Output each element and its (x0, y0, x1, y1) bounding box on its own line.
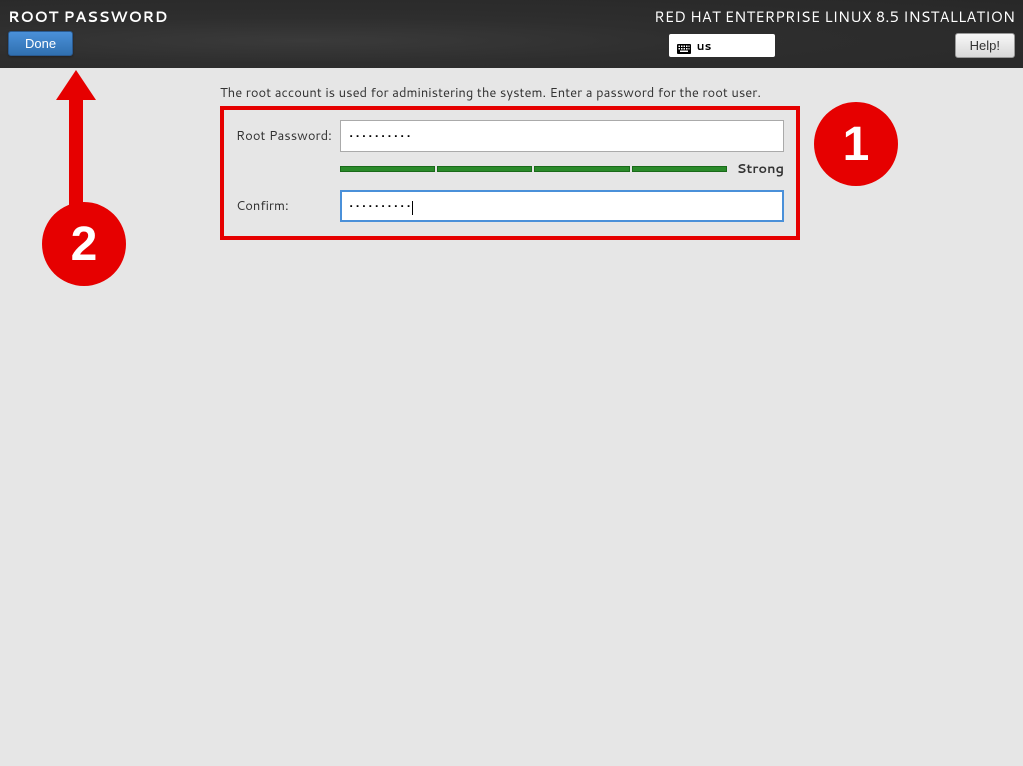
strength-meter (340, 166, 727, 172)
strength-segment-2 (437, 166, 532, 172)
strength-segment-3 (534, 166, 629, 172)
keyboard-icon (677, 41, 691, 51)
confirm-password-input[interactable]: •••••••••• (340, 190, 784, 222)
header-left: ROOT PASSWORD Done (8, 6, 168, 62)
done-button[interactable]: Done (8, 31, 73, 56)
confirm-password-value: •••••••••• (349, 196, 413, 216)
root-password-input[interactable]: •••••••••• (340, 120, 784, 152)
text-cursor (412, 201, 413, 215)
root-password-row: Root Password: •••••••••• (236, 120, 784, 152)
password-form: Root Password: •••••••••• Strong Confirm… (220, 106, 800, 240)
strength-segment-1 (340, 166, 435, 172)
instruction-text: The root account is used for administeri… (220, 84, 1023, 102)
annotation-step-1: 1 (814, 102, 898, 186)
header-bar: ROOT PASSWORD Done RED HAT ENTERPRISE LI… (0, 0, 1023, 68)
annotation-arrow (62, 70, 92, 205)
confirm-password-label: Confirm: (236, 197, 340, 215)
keyboard-layout-indicator[interactable]: us (669, 34, 775, 57)
arrow-shaft (69, 95, 83, 205)
annotation-step-2: 2 (42, 202, 126, 286)
strength-label: Strong (737, 160, 784, 178)
help-button[interactable]: Help! (955, 33, 1015, 58)
strength-row: Strong (340, 160, 784, 178)
strength-segment-4 (632, 166, 727, 172)
confirm-password-row: Confirm: •••••••••• (236, 190, 784, 222)
screen-title: ROOT PASSWORD (8, 6, 168, 27)
keyboard-layout-label: us (697, 37, 712, 54)
header-controls: us Help! (669, 33, 1015, 58)
install-title: RED HAT ENTERPRISE LINUX 8.5 INSTALLATIO… (654, 6, 1015, 27)
root-password-value: •••••••••• (349, 126, 413, 146)
header-right: RED HAT ENTERPRISE LINUX 8.5 INSTALLATIO… (654, 6, 1015, 62)
root-password-label: Root Password: (236, 127, 340, 145)
